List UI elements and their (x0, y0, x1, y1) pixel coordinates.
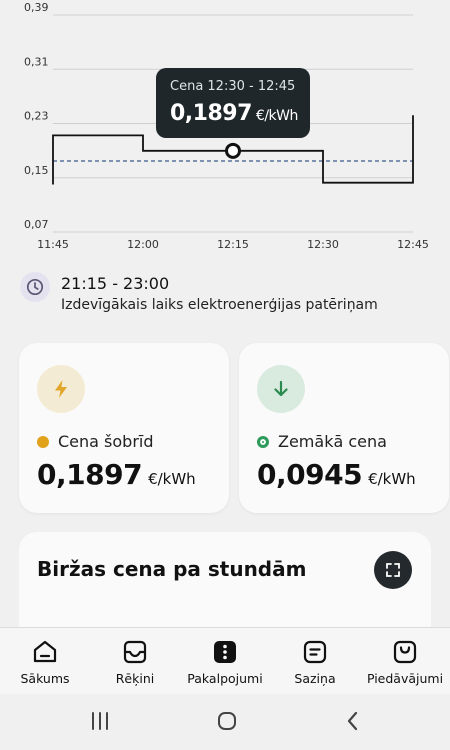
current-price-label: Cena šobrīd (58, 432, 154, 451)
services-icon (214, 641, 236, 663)
lowest-price-unit: €/kWh (368, 470, 416, 488)
system-navigation-bar (0, 694, 450, 750)
status-dot-icon (37, 435, 49, 448)
nav-label-services: Pakalpojumi (187, 671, 263, 686)
nav-item-contact[interactable]: Saziņa (270, 628, 360, 695)
current-price-card[interactable]: Cena šobrīd 0,1897 €/kWh (19, 343, 229, 513)
tooltip-value-line: 0,1897 €/kWh (170, 101, 298, 126)
price-tooltip: Cena 12:30 - 12:45 0,1897 €/kWh (156, 68, 310, 138)
lowest-price-card[interactable]: Zemākā cena 0,0945 €/kWh (239, 343, 449, 513)
status-dot-icon (257, 435, 269, 448)
lowest-price-value: 0,0945 (257, 458, 363, 491)
current-price-unit: €/kWh (148, 470, 196, 488)
x-tick-label: 11:45 (37, 238, 69, 251)
nav-label-offers: Piedāvājumi (366, 671, 444, 686)
current-price-value: 0,1897 (37, 458, 143, 491)
expand-button[interactable] (374, 551, 412, 589)
home-circle-icon (218, 712, 236, 730)
nav-label-invoices: Rēķini (115, 671, 155, 686)
current-price-label-row: Cena šobrīd (37, 432, 154, 451)
nav-item-home[interactable]: Sākums (0, 628, 90, 695)
nav-item-offers[interactable]: Piedāvājumi (360, 628, 450, 695)
nav-label-contact: Saziņa (294, 671, 336, 686)
message-icon (303, 640, 327, 664)
highlight-point (225, 142, 241, 159)
inbox-icon (123, 640, 147, 664)
y-tick-label: 0,39 (24, 1, 49, 14)
x-tick-label: 12:00 (127, 238, 159, 251)
hourly-price-title: Biržas cena pa stundām (37, 557, 307, 581)
current-price-value-row: 0,1897 €/kWh (37, 458, 196, 491)
y-tick-label: 0,31 (24, 55, 49, 68)
nav-label-home: Sākums (20, 671, 70, 686)
nav-item-services[interactable]: Pakalpojumi (180, 628, 270, 695)
best-time-range: 21:15 - 23:00 (61, 274, 170, 293)
x-tick-label: 12:45 (397, 238, 429, 251)
expand-icon (386, 563, 400, 577)
x-tick-label: 12:15 (217, 238, 249, 251)
y-tick-label: 0,07 (24, 218, 49, 231)
lightning-icon (37, 365, 85, 413)
tooltip-value: 0,1897 (170, 101, 252, 126)
clock-icon (20, 272, 50, 302)
y-tick-label: 0,15 (24, 164, 49, 177)
nav-item-invoices[interactable]: Rēķini (90, 628, 180, 695)
lowest-price-label-row: Zemākā cena (257, 432, 387, 451)
shopping-bag-icon (393, 640, 417, 664)
lowest-price-value-row: 0,0945 €/kWh (257, 458, 416, 491)
y-tick-label: 0,23 (24, 110, 49, 123)
lowest-price-label: Zemākā cena (278, 432, 387, 451)
bottom-navigation: Sākums Rēķini Pakalpojumi Saziņa Piedāvā… (0, 627, 450, 695)
back-button[interactable] (333, 706, 373, 736)
x-tick-label: 12:30 (307, 238, 339, 251)
arrow-down-icon (257, 365, 305, 413)
tooltip-title: Cena 12:30 - 12:45 (170, 79, 296, 94)
best-time-info: 21:15 - 23:00 Izdevīgākais laiks elektro… (20, 270, 440, 320)
best-time-description: Izdevīgākais laiks elektroenerģijas patē… (61, 297, 378, 313)
recent-apps-icon (92, 712, 108, 730)
tooltip-unit: €/kWh (255, 108, 298, 124)
home-system-button[interactable] (207, 706, 247, 736)
recent-apps-button[interactable] (80, 706, 120, 736)
home-icon (33, 640, 57, 663)
back-icon (347, 711, 358, 731)
